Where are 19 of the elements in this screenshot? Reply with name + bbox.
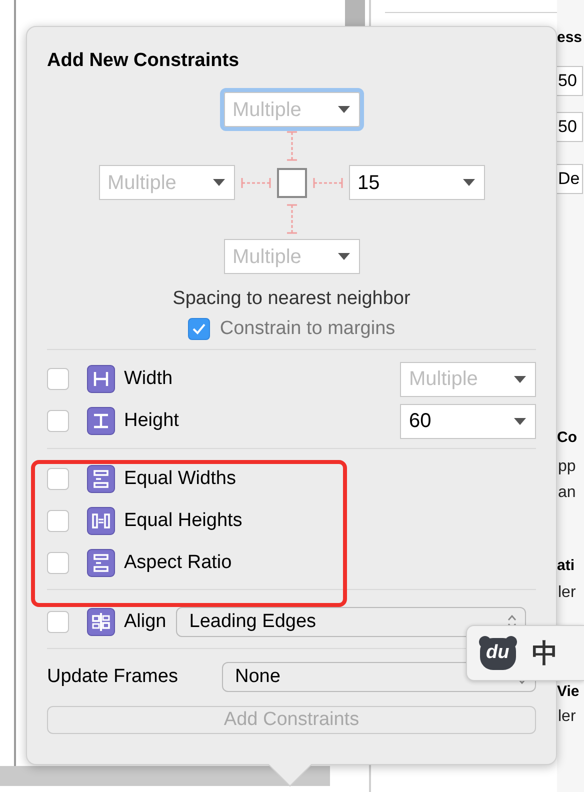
section-heading: Co xyxy=(557,428,577,448)
constraint-label: Width xyxy=(124,367,173,391)
inspector-text: ler xyxy=(557,583,576,603)
constraint-label: Align xyxy=(124,610,166,634)
constraint-label: Aspect Ratio xyxy=(124,551,232,575)
inspector-text: an xyxy=(557,483,576,503)
spacing-caption: Spacing to nearest neighbor xyxy=(172,287,412,311)
constraint-label: Equal Heights xyxy=(124,509,242,533)
inspector-text: ler xyxy=(557,707,576,727)
checkbox-label: Constrain to margins xyxy=(220,317,396,341)
section-heading: Vie xyxy=(557,682,580,702)
constraint-label: Equal Widths xyxy=(124,467,236,491)
inspector-text: pp xyxy=(557,457,576,477)
logo-text: du xyxy=(486,642,510,664)
section-heading: ess xyxy=(557,28,582,48)
field-label: Update Frames xyxy=(47,665,178,689)
popover-title: Add New Constraints xyxy=(47,49,240,73)
constraint-label: Height xyxy=(124,409,179,433)
section-heading: ati xyxy=(557,556,575,576)
